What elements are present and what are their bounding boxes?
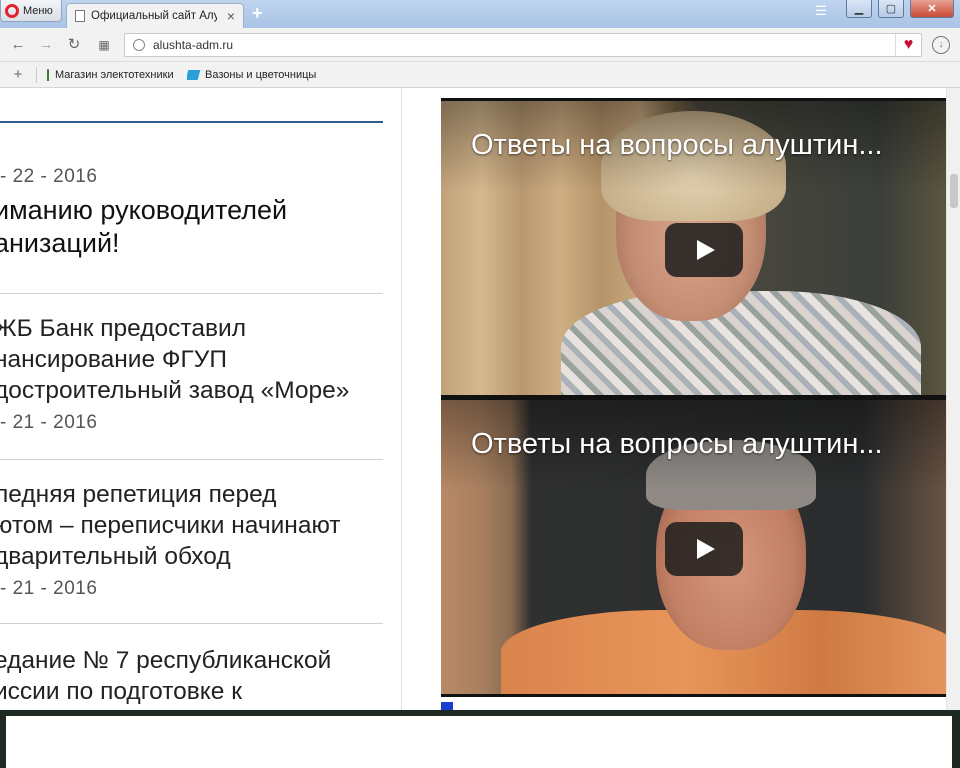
news-title-line[interactable]: ЖБ Банк предоставил — [0, 313, 383, 344]
section-divider — [0, 121, 383, 123]
speed-dial-grid-icon[interactable]: ▦ — [94, 35, 114, 55]
news-item[interactable]: едание № 7 республиканской иссии по подг… — [0, 645, 383, 707]
news-title-line[interactable]: анизаций! — [0, 227, 383, 260]
video-player[interactable]: Ответы на вопросы алуштин... — [441, 98, 946, 398]
tab-menu-icon[interactable]: ☰ — [810, 0, 832, 20]
download-icon[interactable]: ↓ — [932, 36, 950, 54]
web-page: - 22 - 2016 иманию руководителей анизаци… — [0, 88, 960, 710]
news-title-line[interactable]: иссии по подготовке к — [0, 676, 383, 707]
news-date: - 22 - 2016 — [0, 166, 98, 187]
play-icon[interactable] — [665, 522, 743, 576]
news-title-line[interactable]: нансирование ФГУП — [0, 344, 383, 375]
blank-overlay — [6, 716, 952, 768]
news-divider — [0, 293, 383, 294]
bookmark-item[interactable]: Магазин электотехники — [47, 68, 173, 81]
bookmark-divider — [36, 66, 37, 83]
close-button[interactable]: ✕ — [910, 0, 954, 18]
news-title-line[interactable]: едание № 7 республиканской — [0, 645, 383, 676]
add-bookmark-icon[interactable]: + — [8, 66, 28, 83]
news-title-line[interactable]: ледняя репетиция перед — [0, 479, 383, 510]
bookmark-label: Вазоны и цветочницы — [205, 68, 317, 81]
address-bar[interactable]: alushta-adm.ru ♥ — [124, 33, 922, 57]
url-text[interactable]: alushta-adm.ru — [153, 38, 887, 52]
menu-label: Меню — [23, 4, 53, 17]
news-title-line[interactable]: иманию руководителей — [0, 194, 383, 227]
tab-title: Официальный сайт Алушты — [91, 10, 217, 22]
window-controls: ☰ ▁ ▢ ✕ — [810, 0, 954, 20]
news-item[interactable]: - 22 - 2016 иманию руководителей анизаци… — [0, 166, 383, 260]
bookmark-label: Магазин электотехники — [55, 68, 173, 81]
video-title[interactable]: Ответы на вопросы алуштин... — [471, 129, 941, 162]
scrollbar-thumb[interactable] — [950, 174, 958, 208]
vase-icon — [187, 69, 201, 80]
news-title-line[interactable]: дварительный обход — [0, 541, 383, 572]
bookmark-item[interactable]: Вазоны и цветочницы — [187, 69, 327, 81]
page-scrollbar[interactable] — [946, 88, 960, 710]
bookmarks-bar: + Магазин электотехники Вазоны и цветочн… — [0, 62, 960, 88]
news-date: - 21 - 2016 — [0, 578, 98, 599]
news-title-line[interactable]: достроительный завод «Море» — [0, 375, 383, 406]
back-arrow-icon[interactable]: ← — [8, 35, 28, 55]
news-title-line[interactable]: ютом – переписчики начинают — [0, 510, 383, 541]
news-column: - 22 - 2016 иманию руководителей анизаци… — [0, 88, 402, 710]
reload-icon[interactable]: ↻ — [64, 35, 84, 55]
maximize-button[interactable]: ▢ — [878, 0, 904, 18]
opera-menu-button[interactable]: Меню — [0, 0, 62, 22]
news-item[interactable]: ЖБ Банк предоставил нансирование ФГУП до… — [0, 313, 383, 434]
news-date: - 21 - 2016 — [0, 412, 98, 433]
news-divider — [0, 623, 383, 624]
tab-active[interactable]: Официальный сайт Алушты × — [66, 3, 244, 28]
page-icon — [75, 10, 85, 22]
video-column: Ответы на вопросы алуштин... Ответы на в… — [403, 88, 960, 710]
minimize-button[interactable]: ▁ — [846, 0, 872, 18]
tab-close-icon[interactable]: × — [223, 8, 239, 24]
forward-arrow-icon[interactable]: → — [36, 35, 56, 55]
news-divider — [0, 459, 383, 460]
new-tab-button[interactable]: + — [252, 3, 263, 24]
plug-icon — [47, 68, 49, 81]
video-player[interactable]: Ответы на вопросы алуштин... — [441, 397, 946, 697]
video-title[interactable]: Ответы на вопросы алуштин... — [471, 428, 941, 461]
globe-icon — [133, 39, 145, 51]
news-item[interactable]: ледняя репетиция перед ютом – переписчик… — [0, 479, 383, 600]
window-title-bar: Меню Официальный сайт Алушты × + ☰ ▁ ▢ ✕ — [0, 0, 960, 28]
navigation-toolbar: ← → ↻ ▦ alushta-adm.ru ♥ ↓ — [0, 28, 960, 62]
link-fragment[interactable] — [441, 702, 453, 710]
opera-logo-icon — [5, 3, 19, 18]
video-thumbnail-person — [561, 291, 921, 395]
play-icon[interactable] — [665, 223, 743, 277]
heart-icon[interactable]: ♥ — [895, 34, 921, 56]
